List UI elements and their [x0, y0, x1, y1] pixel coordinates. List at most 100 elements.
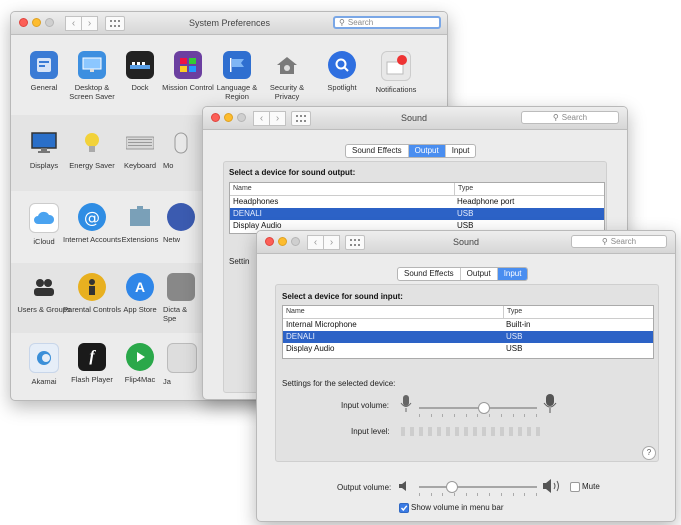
show-volume-checkbox[interactable]	[399, 503, 409, 513]
window-title: System Preferences	[189, 18, 271, 28]
pref-label: Netw	[163, 235, 181, 244]
close-button[interactable]	[19, 18, 28, 27]
pref-label: Security & Privacy	[269, 83, 305, 101]
tab-output[interactable]: Output	[461, 268, 498, 280]
pref-network[interactable]: Netw	[161, 203, 201, 244]
input-level-meter	[401, 427, 540, 436]
close-button[interactable]	[211, 113, 220, 122]
zoom-button[interactable]	[291, 237, 300, 246]
search-placeholder: Search	[610, 237, 637, 246]
search-icon: ⚲	[552, 113, 559, 122]
table-header: Name Type	[230, 183, 604, 196]
show-volume-label: Show volume in menu bar	[411, 503, 504, 512]
minimize-button[interactable]	[32, 18, 41, 27]
microphone-icon	[167, 273, 195, 301]
puzzle-icon	[126, 203, 154, 231]
show-all-grid-icon[interactable]	[291, 111, 311, 126]
zoom-button[interactable]	[237, 113, 246, 122]
table-row-selected[interactable]: DENALI USB	[230, 208, 604, 220]
nav-buttons: ‹ ›	[253, 111, 286, 126]
column-header-name[interactable]: Name	[283, 306, 503, 318]
display-icon	[30, 129, 58, 157]
device-type: Headphone port	[457, 197, 515, 206]
device-name: Headphones	[233, 197, 279, 206]
mute-label: Mute	[582, 482, 600, 491]
output-device-table[interactable]: Name Type Headphones Headphone port DENA…	[229, 182, 605, 234]
column-header-name[interactable]: Name	[230, 183, 454, 195]
speaker-low-icon	[399, 481, 409, 493]
search-field[interactable]: ⚲ Search	[333, 16, 441, 29]
device-name: DENALI	[233, 209, 262, 218]
device-type: Built-in	[506, 320, 531, 329]
pref-spotlight[interactable]: Spotlight	[312, 51, 372, 92]
show-all-grid-icon[interactable]	[345, 235, 365, 250]
pref-dictation-speech[interactable]: Dicta & Spe	[161, 273, 201, 323]
pref-java[interactable]: Ja	[161, 343, 201, 386]
at-icon: @	[78, 203, 106, 231]
show-all-grid-icon[interactable]	[105, 16, 125, 31]
tab-input[interactable]: Input	[446, 145, 476, 157]
forward-icon[interactable]: ›	[324, 235, 340, 250]
mic-low-icon	[400, 395, 412, 415]
minimize-button[interactable]	[224, 113, 233, 122]
tab-sound-effects[interactable]: Sound Effects	[346, 145, 409, 157]
prefs-row-personal: General Desktop & Screen Saver Dock Miss…	[11, 35, 447, 115]
window-title: Sound	[453, 237, 480, 247]
notifications-icon	[381, 51, 411, 81]
pref-security-privacy[interactable]: Security & Privacy	[257, 51, 317, 101]
speaker-high-icon	[543, 479, 563, 495]
table-header: Name Type	[283, 306, 653, 319]
parental-icon	[78, 273, 106, 301]
window-title: Sound	[401, 113, 428, 123]
settings-label: Settings for the selected device:	[282, 379, 396, 388]
table-row[interactable]: Headphones Headphone port	[230, 196, 604, 208]
column-header-type[interactable]: Type	[454, 183, 604, 195]
output-volume-ticks	[419, 493, 537, 496]
device-name: Internal Microphone	[286, 320, 357, 329]
akamai-icon	[29, 343, 59, 373]
general-icon	[30, 51, 58, 79]
table-row[interactable]: Internal Microphone Built-in	[283, 319, 653, 331]
tab-sound-effects[interactable]: Sound Effects	[398, 268, 461, 280]
search-placeholder: Search	[347, 18, 374, 27]
flash-icon: f	[78, 343, 106, 371]
window-controls	[211, 113, 246, 122]
section-title: Select a device for sound output:	[229, 168, 356, 177]
output-volume-label: Output volume:	[337, 483, 392, 492]
mic-high-icon	[543, 394, 557, 416]
play-icon	[126, 343, 154, 371]
section-title: Select a device for sound input:	[282, 292, 403, 301]
help-button[interactable]: ?	[642, 446, 656, 460]
pref-notifications[interactable]: Notifications	[366, 51, 426, 94]
search-icon: ⚲	[339, 18, 345, 27]
output-volume-slider[interactable]	[419, 486, 537, 488]
input-volume-ticks	[419, 414, 537, 417]
minimize-button[interactable]	[278, 237, 287, 246]
back-icon[interactable]: ‹	[307, 235, 324, 250]
tab-input[interactable]: Input	[497, 268, 528, 280]
close-button[interactable]	[265, 237, 274, 246]
input-volume-knob[interactable]	[477, 402, 490, 414]
house-icon	[273, 51, 301, 79]
java-icon	[167, 343, 197, 373]
forward-icon[interactable]: ›	[82, 16, 98, 31]
search-field[interactable]: ⚲ Search	[571, 235, 667, 248]
back-icon[interactable]: ‹	[65, 16, 82, 31]
users-icon	[30, 273, 58, 301]
forward-icon[interactable]: ›	[270, 111, 286, 126]
output-volume-knob[interactable]	[446, 481, 459, 493]
table-row-selected[interactable]: DENALI USB	[283, 331, 653, 343]
table-row[interactable]: Display Audio USB	[283, 343, 653, 355]
zoom-button[interactable]	[45, 18, 54, 27]
mute-checkbox[interactable]	[570, 482, 580, 492]
input-device-table[interactable]: Name Type Internal Microphone Built-in D…	[282, 305, 654, 359]
search-field[interactable]: ⚲ Search	[521, 111, 619, 124]
column-header-type[interactable]: Type	[503, 306, 653, 318]
pref-mouse[interactable]: Mo	[161, 129, 201, 170]
spotlight-icon	[328, 51, 356, 79]
globe-icon	[167, 203, 195, 231]
back-icon[interactable]: ‹	[253, 111, 270, 126]
device-name: Display Audio	[286, 344, 335, 353]
tab-output[interactable]: Output	[408, 145, 446, 157]
settings-label: Settin	[229, 257, 250, 266]
